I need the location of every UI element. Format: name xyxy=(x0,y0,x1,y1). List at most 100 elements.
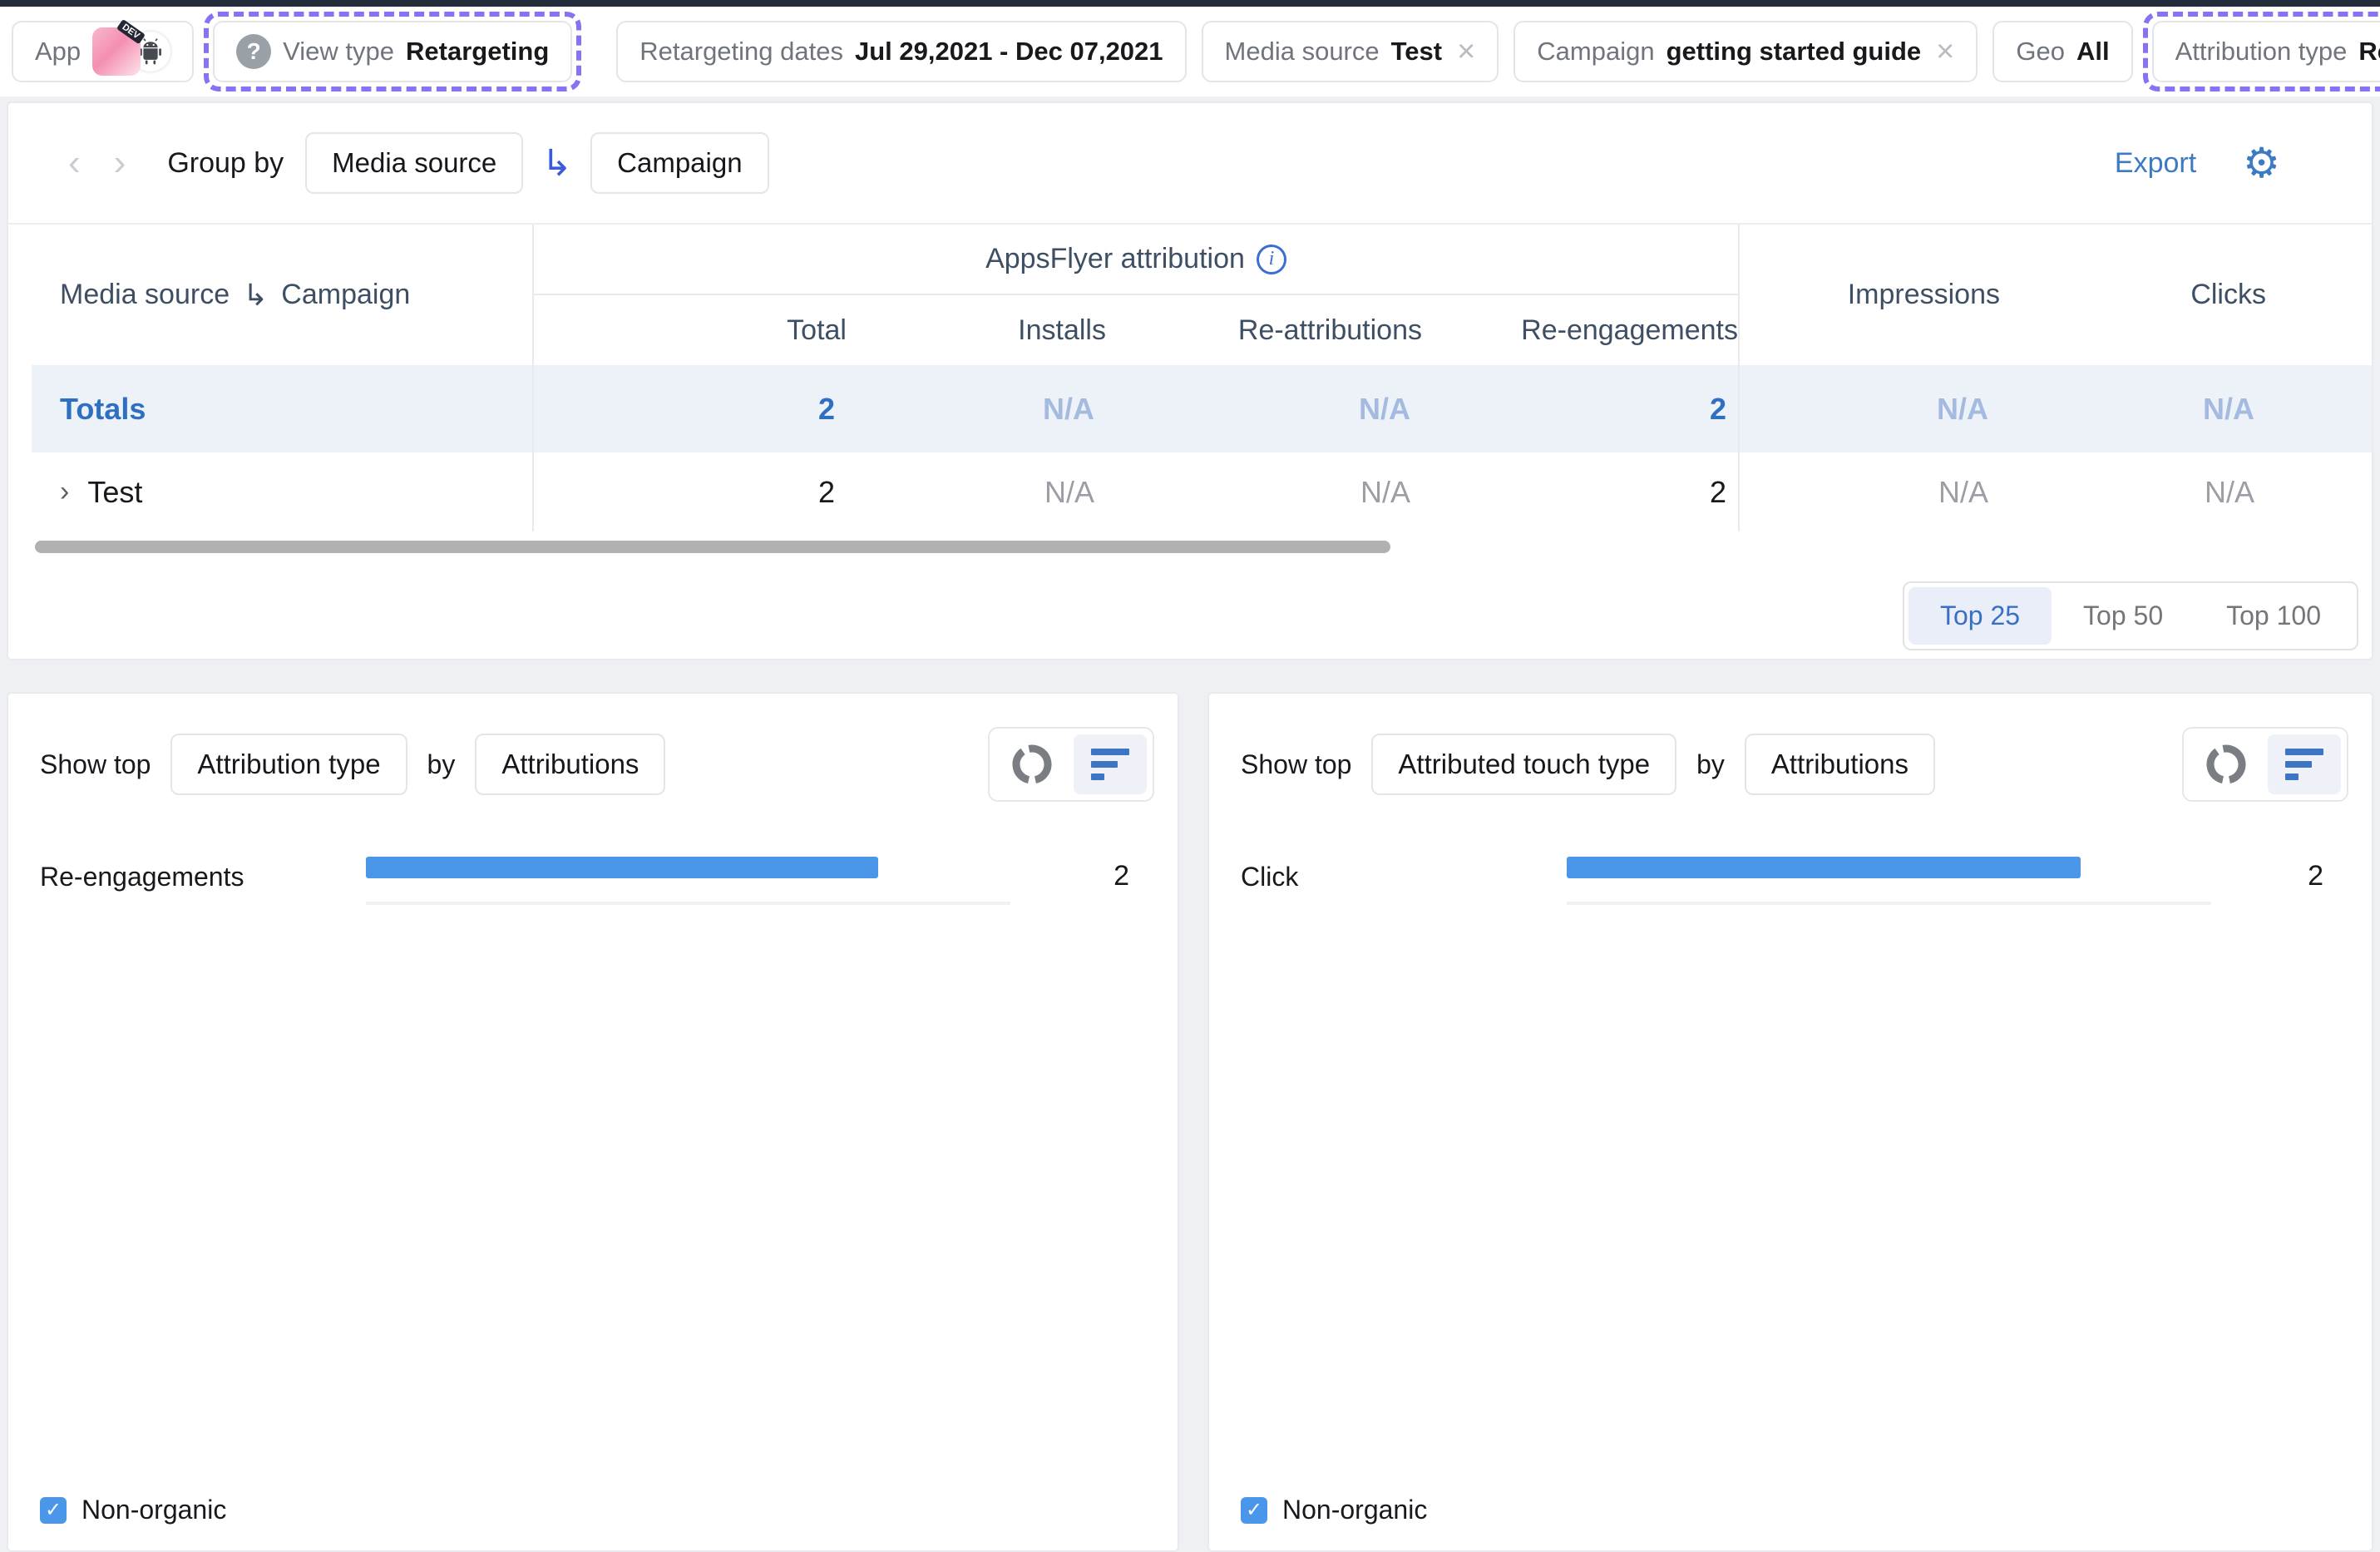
metric-select[interactable]: Attributions xyxy=(1744,734,1936,795)
table-toolbar: ‹ › Group by Media source ↳ Campaign Exp… xyxy=(8,103,2372,225)
expand-chevron-icon[interactable]: › xyxy=(60,476,69,508)
first-col-secondary: Campaign xyxy=(281,279,411,310)
attribution-table-card: ‹ › Group by Media source ↳ Campaign Exp… xyxy=(7,101,2373,660)
dates-label: Retargeting dates xyxy=(639,37,843,66)
app-filter-chip[interactable]: App DEV xyxy=(12,18,195,82)
column-header-total[interactable]: Total xyxy=(534,295,847,365)
column-header-impressions[interactable]: Impressions xyxy=(1740,225,2000,365)
dev-badge: DEV xyxy=(116,18,146,45)
chart-card-header: Show top Attribution type by Attribution… xyxy=(8,694,1178,802)
first-col-primary: Media source xyxy=(60,279,230,310)
top-25-option[interactable]: Top 25 xyxy=(1908,587,2052,645)
info-icon[interactable]: i xyxy=(1256,244,1286,274)
close-icon[interactable]: × xyxy=(1936,36,1954,67)
question-icon: ? xyxy=(236,34,272,69)
chart-type-toggle xyxy=(2182,727,2348,802)
top-n-selector: Top 25 Top 50 Top 100 xyxy=(1902,581,2358,650)
bar-track xyxy=(366,857,1010,878)
retargeting-dates-chip[interactable]: Retargeting dates Jul 29,2021 - Dec 07,2… xyxy=(616,21,1187,82)
row-re-engagements: 2 xyxy=(1422,452,1740,531)
bar-baseline xyxy=(366,902,1010,905)
column-header-installs[interactable]: Installs xyxy=(847,295,1106,365)
dimension-select[interactable]: Attribution type xyxy=(170,734,407,795)
bar-row: Re-engagements 2 xyxy=(8,850,1178,925)
group-secondary-button[interactable]: Campaign xyxy=(590,132,769,194)
table-header: Media source ↳ Campaign AppsFlyer attrib… xyxy=(8,225,2372,365)
bar-baseline xyxy=(1567,902,2211,905)
totals-clicks: N/A xyxy=(2203,391,2254,426)
view-type-label: View type xyxy=(283,37,395,66)
donut-chart-icon[interactable] xyxy=(995,734,1069,794)
row-name: Test xyxy=(87,474,143,509)
top-100-option[interactable]: Top 100 xyxy=(2195,587,2353,645)
attribution-group-header: AppsFlyer attribution i xyxy=(534,225,1740,295)
dates-value: Jul 29,2021 - Dec 07,2021 xyxy=(854,37,1163,66)
bar-fill xyxy=(1567,857,2081,878)
row-impressions: N/A xyxy=(1938,474,1988,509)
bar-chart-icon[interactable] xyxy=(1074,734,1147,794)
bar-value: 2 xyxy=(2308,860,2323,892)
appsflyer-dashboard: App DEV ? View type Retargeting Retarget… xyxy=(0,0,2380,1552)
table-row[interactable]: › Test 2 N/A N/A 2 N/A N/A xyxy=(8,452,2372,531)
app-icon: DEV xyxy=(92,18,146,76)
non-organic-filter[interactable]: ✓ Non-organic xyxy=(1241,1495,1427,1525)
checkbox-label: Non-organic xyxy=(81,1495,227,1525)
attribution-type-value: Re-engagements xyxy=(2358,37,2380,66)
show-top-label: Show top xyxy=(1241,749,1352,779)
column-header-clicks[interactable]: Clicks xyxy=(2000,225,2266,365)
media-source-chip[interactable]: Media source Test × xyxy=(1201,21,1499,82)
campaign-value: getting started guide xyxy=(1666,37,1922,66)
attribution-type-chart-card: Show top Attribution type by Attribution… xyxy=(7,692,1179,1552)
page-next-button[interactable]: › xyxy=(97,142,143,184)
view-type-value: Retargeting xyxy=(406,37,550,66)
column-header-re-engagements[interactable]: Re-engagements xyxy=(1422,295,1740,365)
top-50-option[interactable]: Top 50 xyxy=(2052,587,2195,645)
chart-type-toggle xyxy=(988,727,1154,802)
totals-row-name: Totals xyxy=(8,365,534,452)
totals-row: Totals 2 N/A N/A 2 N/A N/A xyxy=(8,365,2372,452)
filter-bar: App DEV ? View type Retargeting Retarget… xyxy=(0,7,2380,96)
totals-impressions: N/A xyxy=(1937,391,1988,426)
group-primary-button[interactable]: Media source xyxy=(305,132,524,194)
totals-re-engagements: 2 xyxy=(1422,365,1740,452)
page-prev-button[interactable]: ‹ xyxy=(52,142,97,184)
show-top-label: Show top xyxy=(40,749,151,779)
donut-chart-icon[interactable] xyxy=(2190,734,2263,794)
gear-icon[interactable]: ⚙ xyxy=(2243,142,2280,184)
attribution-type-label: Attribution type xyxy=(2175,37,2348,66)
campaign-label: Campaign xyxy=(1537,37,1655,66)
checkbox-checked-icon[interactable]: ✓ xyxy=(1241,1496,1267,1524)
bar-fill xyxy=(366,857,879,878)
chart-card-header: Show top Attributed touch type by Attrib… xyxy=(1209,694,2372,802)
by-label: by xyxy=(427,749,456,779)
attribution-type-chip[interactable]: Attribution type Re-engagements × xyxy=(2151,21,2380,82)
nested-arrow-icon: ↳ xyxy=(541,142,573,184)
totals-total: 2 xyxy=(817,391,835,426)
view-type-chip[interactable]: ? View type Retargeting xyxy=(213,21,573,82)
checkbox-label: Non-organic xyxy=(1282,1495,1428,1525)
bar-value: 2 xyxy=(1113,860,1129,892)
campaign-chip[interactable]: Campaign getting started guide × xyxy=(1513,21,1978,82)
dimension-select[interactable]: Attributed touch type xyxy=(1371,734,1677,795)
attributed-touch-type-chart-card: Show top Attributed touch type by Attrib… xyxy=(1207,692,2373,1552)
horizontal-scrollbar[interactable] xyxy=(35,541,1390,553)
window-chrome-strip xyxy=(0,0,2380,7)
nested-arrow-icon: ↳ xyxy=(243,277,269,312)
row-installs: N/A xyxy=(1044,474,1094,509)
column-header-re-attributions[interactable]: Re-attributions xyxy=(1106,295,1422,365)
bar-label: Click xyxy=(1241,862,1299,892)
media-source-value: Test xyxy=(1390,37,1443,66)
totals-installs: N/A xyxy=(1043,391,1094,426)
checkbox-checked-icon[interactable]: ✓ xyxy=(40,1496,67,1524)
bar-chart-icon[interactable] xyxy=(2268,734,2341,794)
media-source-label: Media source xyxy=(1224,37,1380,66)
export-button[interactable]: Export xyxy=(2115,147,2196,180)
by-label: by xyxy=(1696,749,1725,779)
geo-chip[interactable]: Geo All xyxy=(1992,21,2133,82)
view-type-highlight: ? View type Retargeting xyxy=(204,12,582,91)
close-icon[interactable]: × xyxy=(1457,36,1475,67)
app-chip-label: App xyxy=(35,37,81,66)
non-organic-filter[interactable]: ✓ Non-organic xyxy=(40,1495,226,1525)
metric-select[interactable]: Attributions xyxy=(475,734,666,795)
group-by-label: Group by xyxy=(167,146,284,179)
